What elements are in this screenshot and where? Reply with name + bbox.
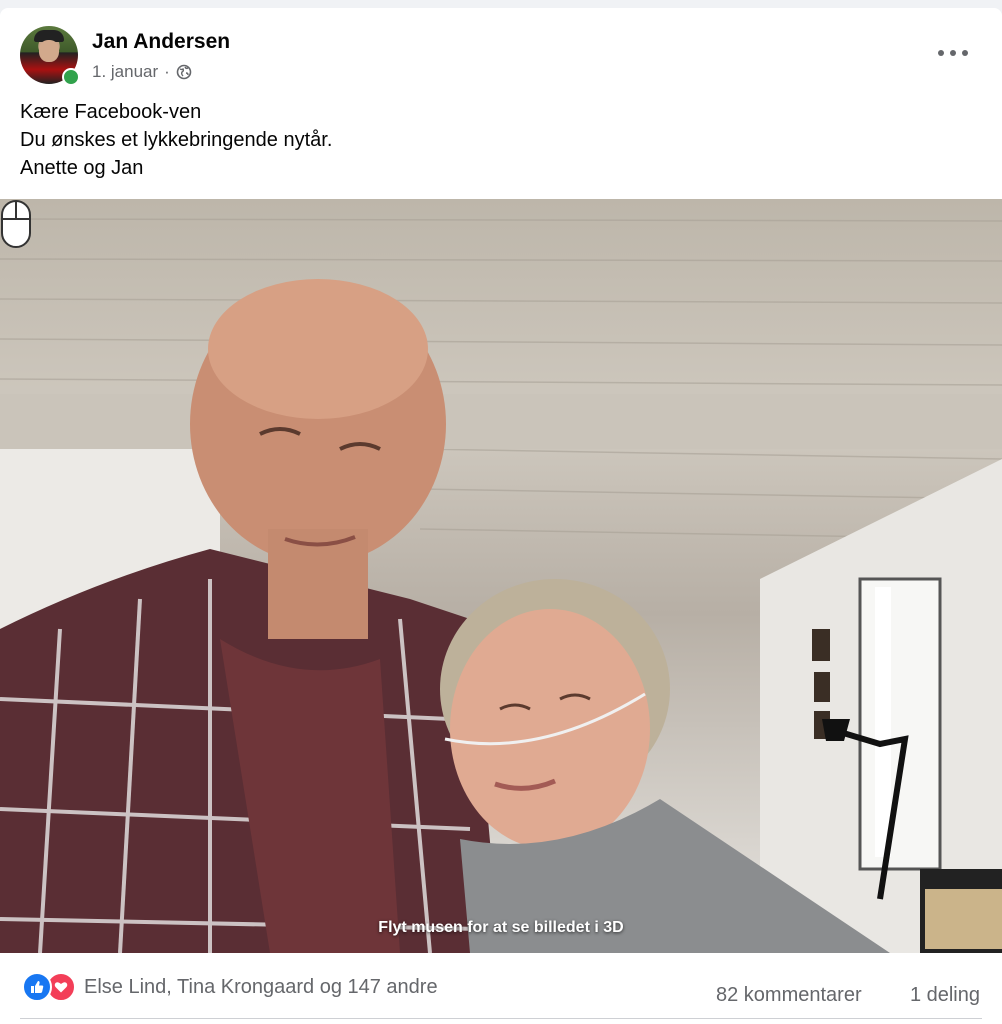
online-status-dot — [62, 68, 80, 86]
post-photo[interactable]: Flyt musen for at se billedet i 3D — [0, 199, 1002, 953]
like-icon — [22, 972, 52, 1002]
globe-icon[interactable] — [176, 64, 192, 80]
photo-3d-hint: Flyt musen for at se billedet i 3D — [378, 919, 624, 936]
photo-illustration — [0, 218, 1002, 953]
avatar-face — [39, 40, 59, 62]
meta-separator: · — [164, 62, 170, 81]
footer-divider — [20, 1018, 982, 1019]
reactors-text[interactable]: Else Lind, Tina Krongaard og 147 andre — [84, 976, 438, 999]
post-text-line: Du ønskes et lykkebringende nytår. — [20, 129, 333, 151]
shares-count[interactable]: 1 deling — [910, 984, 980, 1007]
dot — [950, 50, 956, 56]
post-text-line: Kære Facebook-ven — [20, 101, 202, 123]
post-footer: Else Lind, Tina Krongaard og 147 andre 8… — [0, 953, 1002, 1023]
reactions-summary[interactable]: Else Lind, Tina Krongaard og 147 andre — [22, 972, 438, 1002]
comments-count[interactable]: 82 kommentarer — [716, 984, 862, 1007]
dot — [962, 50, 968, 56]
author-name[interactable]: Jan Andersen — [92, 30, 230, 54]
mouse-icon — [1, 200, 31, 248]
post-card: Jan Andersen 1. januar · Kære Facebook-v… — [0, 8, 1002, 1024]
dot — [938, 50, 944, 56]
post-header: Jan Andersen 1. januar · — [20, 26, 982, 86]
post-text-line: Anette og Jan — [20, 157, 144, 179]
post-text: Kære Facebook-ven Du ønskes et lykkebrin… — [20, 98, 982, 182]
post-meta: 1. januar · — [92, 62, 192, 82]
more-options-icon[interactable] — [938, 46, 968, 60]
post-date[interactable]: 1. januar — [92, 62, 158, 82]
